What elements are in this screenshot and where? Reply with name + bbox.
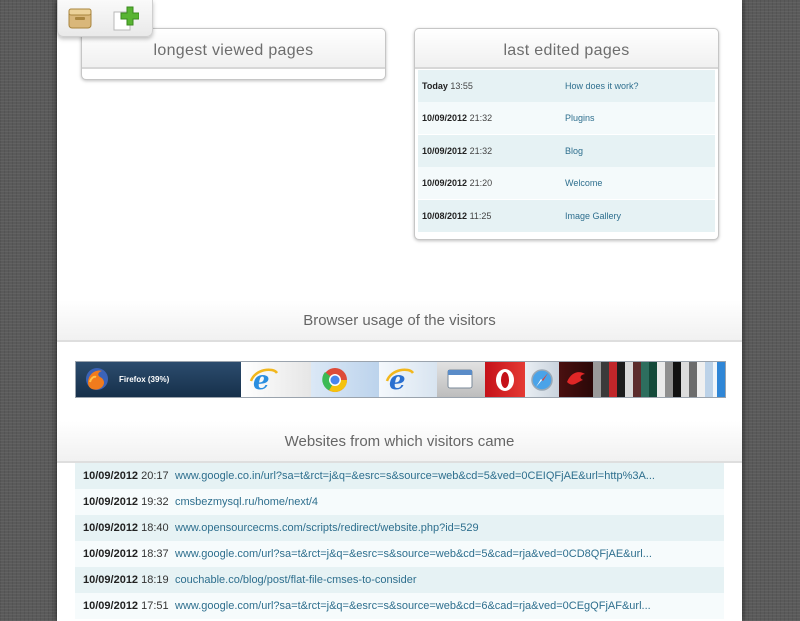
referrer-link[interactable]: couchable.co/blog/post/flat-file-cmses-t… <box>175 567 417 593</box>
edited-date: 10/09/2012 21:20 <box>422 178 493 188</box>
archive-icon[interactable] <box>67 5 93 31</box>
referrer-link[interactable]: www.google.com/url?sa=t&rct=j&q=&esrc=s&… <box>175 541 652 567</box>
website-row: 10/09/2012 18:37 www.google.com/url?sa=t… <box>75 541 724 567</box>
browser-segment-other[interactable] <box>697 362 705 397</box>
browser-segment-other[interactable] <box>649 362 657 397</box>
edited-row: 10/08/2012 11:25 Image Gallery <box>418 200 715 232</box>
dashboard-panel: longest viewed pages last edited pages T… <box>57 0 742 621</box>
browser-segment-chrome[interactable] <box>311 362 379 397</box>
visit-date: 10/09/2012 18:19 <box>83 574 169 586</box>
browser-segment-firefox[interactable]: Firefox (39%) <box>76 362 241 397</box>
bird-icon <box>565 368 587 395</box>
browser-segment-other[interactable] <box>681 362 689 397</box>
edited-page-link[interactable]: Plugins <box>565 102 595 134</box>
website-row: 10/09/2012 18:40 www.opensourcecms.com/s… <box>75 515 724 541</box>
edited-date: 10/09/2012 21:32 <box>422 113 493 123</box>
edited-row: Today 13:55 How does it work? <box>418 70 715 102</box>
add-icon[interactable] <box>113 5 140 31</box>
browser-segment-other[interactable] <box>601 362 609 397</box>
browser-usage-bar: Firefox (39%) e e <box>75 361 726 398</box>
edited-date: 10/08/2012 11:25 <box>422 211 492 221</box>
last-edited-pages-title: last edited pages <box>415 29 718 69</box>
browser-segment-safari[interactable] <box>525 362 559 397</box>
visit-date: 10/09/2012 19:32 <box>83 496 169 508</box>
edited-page-link[interactable]: How does it work? <box>565 70 639 102</box>
opera-icon <box>493 367 517 397</box>
edited-row: 10/09/2012 21:32 Plugins <box>418 102 715 134</box>
browser-segment-internet-explorer[interactable]: e <box>379 362 437 397</box>
browser-segment-other[interactable] <box>673 362 681 397</box>
browser-segment-other[interactable] <box>641 362 649 397</box>
toolbar <box>57 0 153 37</box>
browser-segment-other[interactable] <box>559 362 593 397</box>
browser-segment-other[interactable] <box>665 362 673 397</box>
referrer-link[interactable]: cmsbezmysql.ru/home/next/4 <box>175 489 318 515</box>
browser-usage-heading: Browser usage of the visitors <box>57 300 742 342</box>
last-edited-pages-panel: last edited pages Today 13:55 How does i… <box>414 28 719 240</box>
browser-segment-opera[interactable] <box>485 362 525 397</box>
referrer-link[interactable]: www.opensourcecms.com/scripts/redirect/w… <box>175 515 479 541</box>
edited-date: Today 13:55 <box>422 81 473 91</box>
browser-segment-internet-explorer[interactable]: e <box>241 362 311 397</box>
referrer-link[interactable]: www.google.co.in/url?sa=t&rct=j&q=&esrc=… <box>175 463 655 489</box>
browser-segment-other[interactable] <box>437 362 485 397</box>
website-row: 10/09/2012 20:17 www.google.co.in/url?sa… <box>75 463 724 489</box>
browser-segment-other[interactable] <box>657 362 665 397</box>
website-row: 10/09/2012 17:51 www.google.com/url?sa=t… <box>75 593 724 619</box>
browser-segment-other[interactable] <box>689 362 697 397</box>
edited-page-link[interactable]: Welcome <box>565 167 602 199</box>
edited-row: 10/09/2012 21:20 Welcome <box>418 167 715 199</box>
website-row: 10/09/2012 19:32 cmsbezmysql.ru/home/nex… <box>75 489 724 515</box>
referrer-link[interactable]: www.google.com/url?sa=t&rct=j&q=&esrc=s&… <box>175 593 651 619</box>
edited-row: 10/09/2012 21:32 Blog <box>418 135 715 167</box>
visit-date: 10/09/2012 18:37 <box>83 548 169 560</box>
browser-segment-other[interactable] <box>593 362 601 397</box>
browser-segment-other[interactable] <box>609 362 617 397</box>
visit-date: 10/09/2012 18:40 <box>83 522 169 534</box>
window-icon <box>447 368 473 395</box>
browser-segment-other[interactable] <box>617 362 625 397</box>
internet-explorer-icon: e <box>385 365 415 397</box>
internet-explorer-icon: e <box>249 365 279 397</box>
browser-segment-other[interactable] <box>717 362 725 397</box>
browser-segment-other[interactable] <box>633 362 641 397</box>
edited-page-link[interactable]: Image Gallery <box>565 200 621 232</box>
firefox-percentage: Firefox (39%) <box>119 375 170 384</box>
chrome-icon <box>321 366 349 397</box>
browser-segment-other[interactable] <box>625 362 633 397</box>
edited-page-link[interactable]: Blog <box>565 135 583 167</box>
visit-date: 10/09/2012 17:51 <box>83 600 169 612</box>
website-row: 10/09/2012 18:19 couchable.co/blog/post/… <box>75 567 724 593</box>
safari-icon <box>530 368 554 397</box>
edited-date: 10/09/2012 21:32 <box>422 146 493 156</box>
firefox-icon <box>84 366 110 397</box>
websites-heading: Websites from which visitors came <box>57 421 742 463</box>
visit-date: 10/09/2012 20:17 <box>83 470 169 482</box>
browser-segment-other[interactable] <box>705 362 713 397</box>
